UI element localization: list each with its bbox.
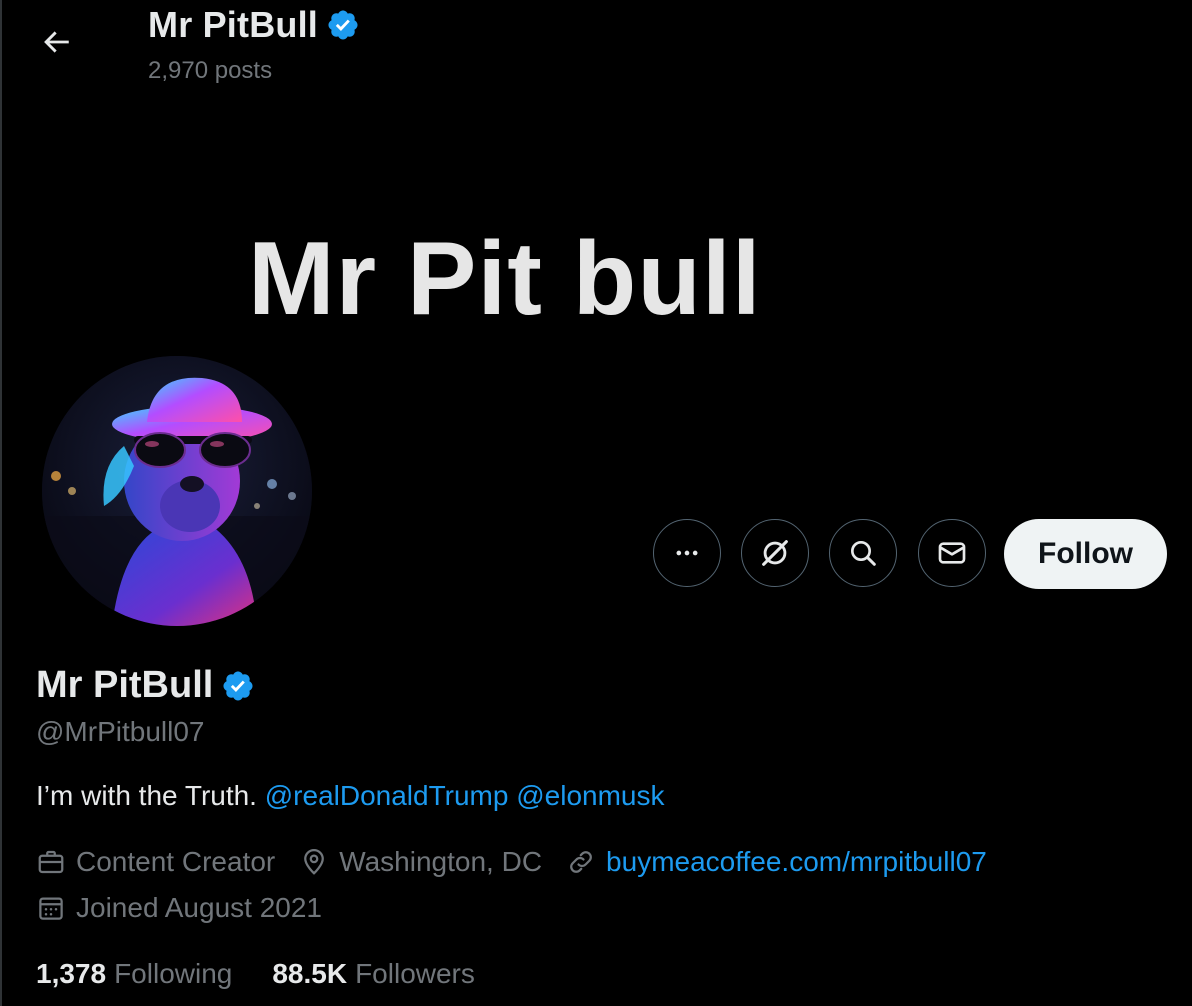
- grok-icon: [762, 540, 788, 566]
- grok-button[interactable]: [741, 519, 809, 587]
- following-stat[interactable]: 1,378 Following: [36, 958, 232, 990]
- pitbull-avatar-image: [42, 356, 312, 626]
- profile-meta: Content Creator Washington, DC buymeacof…: [36, 846, 1011, 878]
- follow-stats: 1,378 Following 88.5K Followers: [36, 958, 515, 990]
- following-label: Following: [114, 958, 233, 989]
- joined-label: Joined August 2021: [76, 892, 322, 923]
- post-count: 2,970 posts: [148, 57, 273, 84]
- search-icon: [851, 541, 876, 566]
- profile-joined-row: Joined August 2021: [36, 892, 346, 924]
- profile-handle: @MrPitbull07: [36, 716, 205, 747]
- profile-display-name: Mr PitBull: [36, 664, 214, 706]
- following-count: 1,378: [36, 958, 107, 989]
- message-button[interactable]: [918, 519, 986, 587]
- profile-category: Content Creator: [36, 846, 275, 878]
- mention-link-realdonaldtrump[interactable]: @realDonaldTrump: [265, 780, 509, 811]
- profile-joined: Joined August 2021: [36, 892, 322, 924]
- verified-badge-icon[interactable]: [221, 669, 255, 703]
- followers-stat[interactable]: 88.5K Followers: [272, 958, 475, 990]
- avatar[interactable]: [42, 356, 312, 626]
- search-profile-button[interactable]: [829, 519, 897, 587]
- location-label: Washington, DC: [339, 846, 543, 877]
- more-horizontal-icon: [676, 550, 698, 556]
- followers-count: 88.5K: [272, 958, 348, 989]
- header-display-name: Mr PitBull: [148, 4, 318, 45]
- profile-website: buymeacoffee.com/mrpitbull07: [566, 846, 987, 878]
- follow-button[interactable]: Follow: [1004, 519, 1167, 589]
- profile-bio: I’m with the Truth. @realDonaldTrump @el…: [36, 780, 665, 812]
- location-pin-icon: [304, 849, 325, 875]
- banner-text: Mr Pit bull: [248, 221, 762, 337]
- link-icon: [570, 851, 592, 873]
- category-label: Content Creator: [76, 846, 276, 877]
- bio-text: I’m with the Truth.: [36, 780, 257, 811]
- arrow-left-icon: [44, 31, 69, 53]
- profile-location: Washington, DC: [299, 846, 542, 878]
- profile-name-row: Mr PitBull: [36, 664, 255, 707]
- mention-link-elonmusk[interactable]: @elonmusk: [516, 780, 664, 811]
- profile-header: Mr PitBull 2,970 posts: [0, 0, 1192, 110]
- mail-icon: [938, 542, 966, 564]
- calendar-icon: [39, 897, 63, 920]
- verified-badge-icon: [328, 10, 358, 40]
- website-link[interactable]: buymeacoffee.com/mrpitbull07: [606, 846, 987, 878]
- more-button[interactable]: [653, 519, 721, 587]
- briefcase-icon: [38, 850, 64, 874]
- back-button[interactable]: [34, 22, 78, 62]
- header-name-row: Mr PitBull: [148, 4, 360, 46]
- followers-label: Followers: [355, 958, 475, 989]
